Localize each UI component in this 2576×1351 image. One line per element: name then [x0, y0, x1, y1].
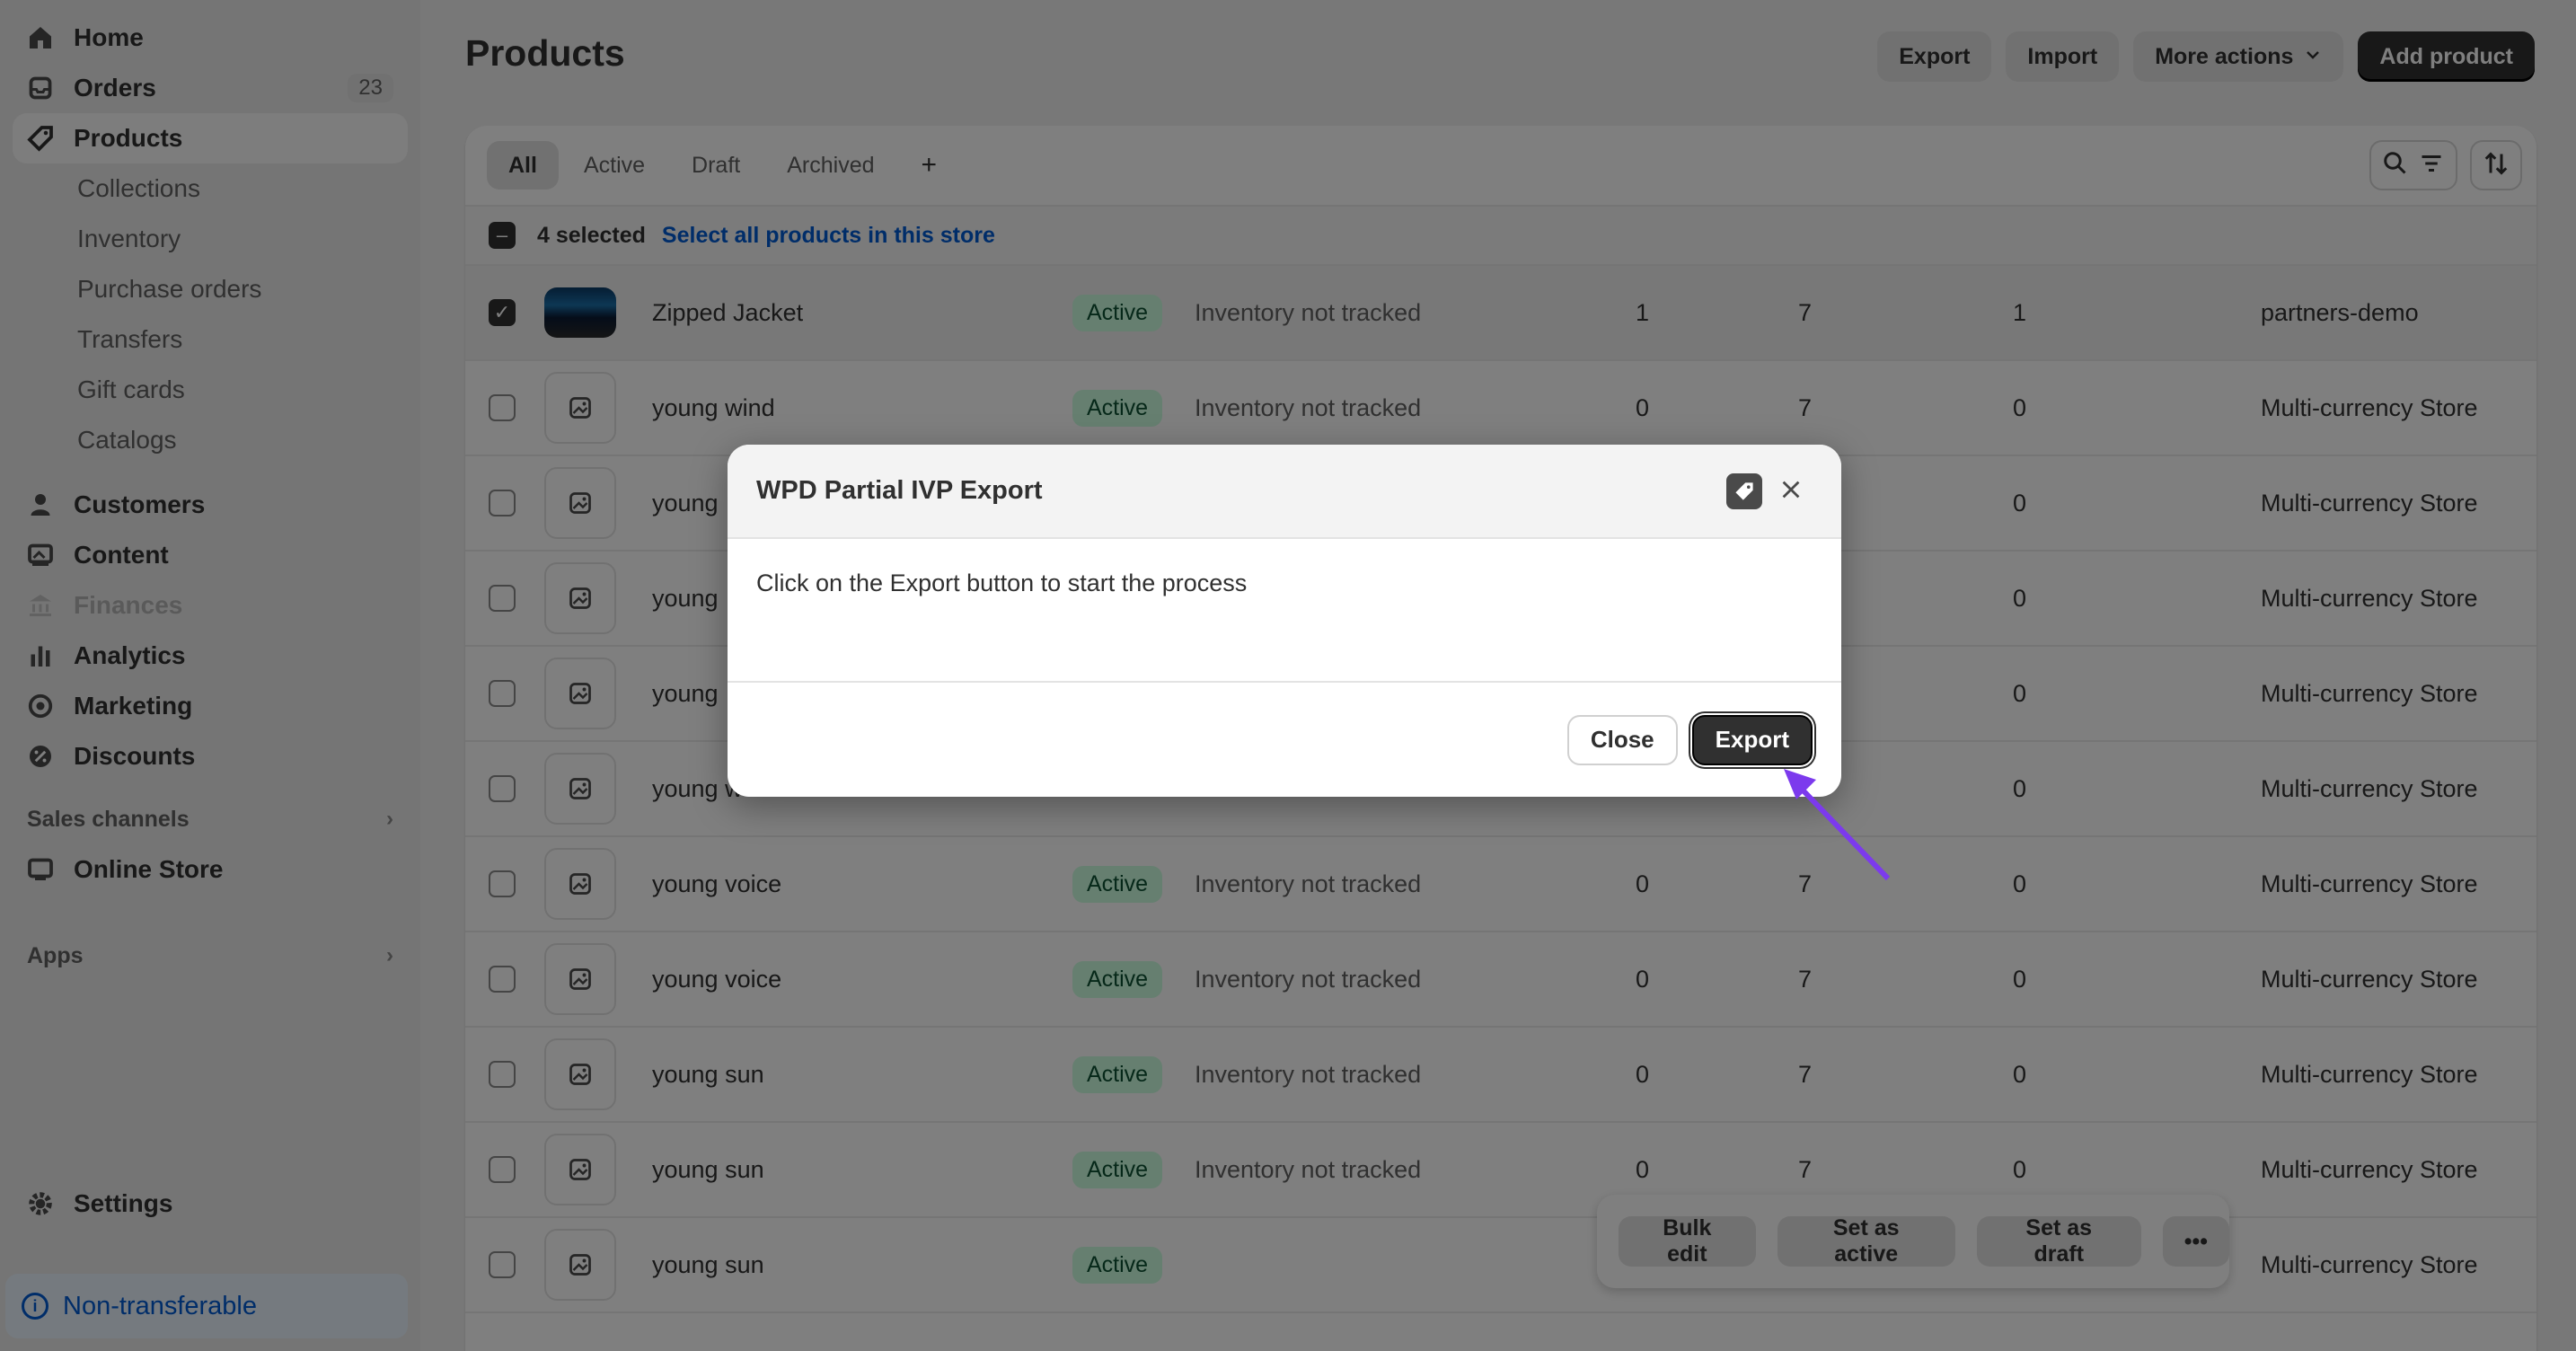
close-icon[interactable]	[1773, 472, 1809, 508]
modal-title: WPD Partial IVP Export	[756, 476, 1043, 505]
modal-export-button[interactable]: Export	[1691, 714, 1813, 765]
modal-close-button[interactable]: Close	[1566, 714, 1678, 765]
export-modal: WPD Partial IVP Export Click on the Expo…	[728, 445, 1841, 797]
modal-footer: Close Export	[728, 683, 1841, 797]
modal-body: Click on the Export button to start the …	[728, 539, 1841, 683]
app-icon	[1726, 473, 1762, 509]
pointer-arrow-icon	[1784, 769, 1891, 881]
modal-header: WPD Partial IVP Export	[728, 445, 1841, 539]
